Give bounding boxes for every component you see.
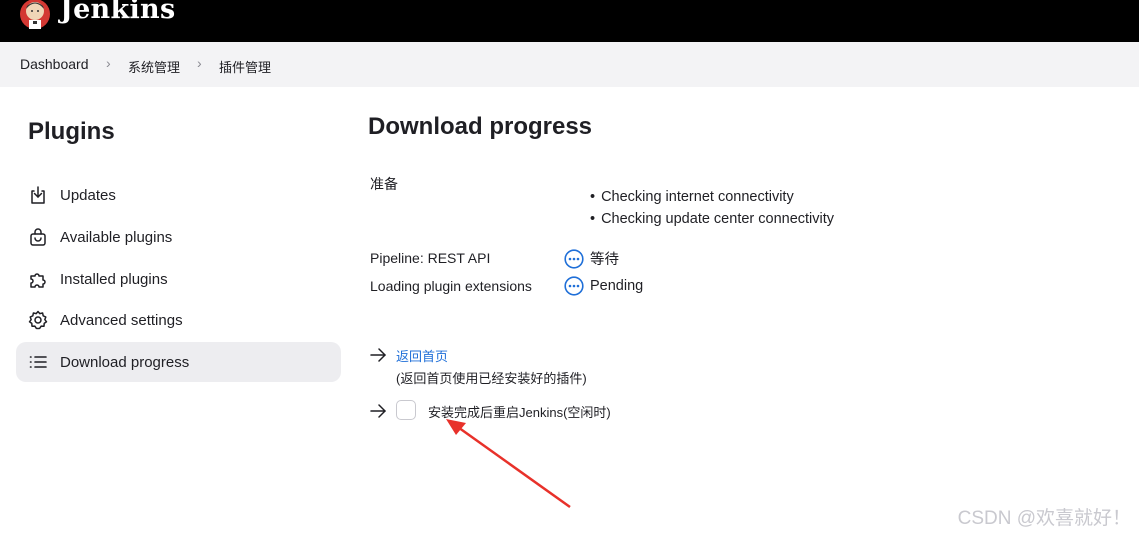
list-item: Checking internet connectivity xyxy=(590,186,834,208)
arrow-right-icon xyxy=(370,348,386,362)
sidebar-item-installed-plugins[interactable]: Installed plugins xyxy=(16,259,341,299)
list-icon xyxy=(27,351,49,373)
app-title[interactable]: Jenkins xyxy=(60,0,175,25)
sidebar-item-advanced-settings[interactable]: Advanced settings xyxy=(16,300,341,340)
arrow-right-icon xyxy=(370,404,386,418)
plugin-row-status: Pending xyxy=(564,276,643,296)
sidebar-title: Plugins xyxy=(28,118,115,145)
pending-dots-icon xyxy=(564,276,584,296)
breadcrumb: Dashboard › 系统管理 › 插件管理 xyxy=(0,42,1139,87)
sidebar-item-label: Available plugins xyxy=(60,228,173,246)
breadcrumb-dashboard[interactable]: Dashboard xyxy=(20,56,89,72)
jenkins-logo-icon[interactable] xyxy=(19,0,51,32)
annotation-arrow-icon xyxy=(446,419,571,509)
restart-when-done-checkbox[interactable] xyxy=(396,400,416,420)
download-icon xyxy=(27,184,49,206)
sidebar-item-updates[interactable]: Updates xyxy=(16,175,341,215)
sidebar-item-available-plugins[interactable]: Available plugins xyxy=(16,217,341,257)
sidebar-item-label: Installed plugins xyxy=(60,270,168,288)
sidebar-item-label: Download progress xyxy=(60,353,190,371)
status-text: Pending xyxy=(590,278,644,294)
chevron-right-icon: › xyxy=(197,55,202,71)
top-header: Jenkins xyxy=(0,0,1139,42)
back-to-dashboard-link[interactable]: 返回首页 xyxy=(396,346,448,365)
prepare-label: 准备 xyxy=(370,176,398,192)
sidebar-item-label: Advanced settings xyxy=(60,311,183,329)
plugin-row-name: Loading plugin extensions xyxy=(370,278,532,294)
chevron-right-icon: › xyxy=(106,55,111,71)
shopping-bag-icon xyxy=(27,226,49,248)
watermark: CSDN @欢喜就好！ xyxy=(957,508,1131,529)
pending-dots-icon xyxy=(564,248,584,269)
list-item: Checking update center connectivity xyxy=(590,208,834,230)
breadcrumb-system-manage[interactable]: 系统管理 xyxy=(128,57,180,76)
connectivity-checks: Checking internet connectivity Checking … xyxy=(590,186,834,230)
breadcrumb-plugin-manage[interactable]: 插件管理 xyxy=(219,57,271,76)
sidebar-item-download-progress[interactable]: Download progress xyxy=(16,342,341,382)
puzzle-icon xyxy=(27,268,49,290)
sidebar-item-label: Updates xyxy=(60,186,116,204)
plugin-row-status: 等待 xyxy=(564,248,619,269)
back-link-note: (返回首页使用已经安装好的插件) xyxy=(396,371,587,386)
status-text: 等待 xyxy=(590,252,619,268)
page-title: Download progress xyxy=(368,113,593,140)
gear-icon xyxy=(27,309,49,331)
plugin-row-name: Pipeline: REST API xyxy=(370,250,491,266)
